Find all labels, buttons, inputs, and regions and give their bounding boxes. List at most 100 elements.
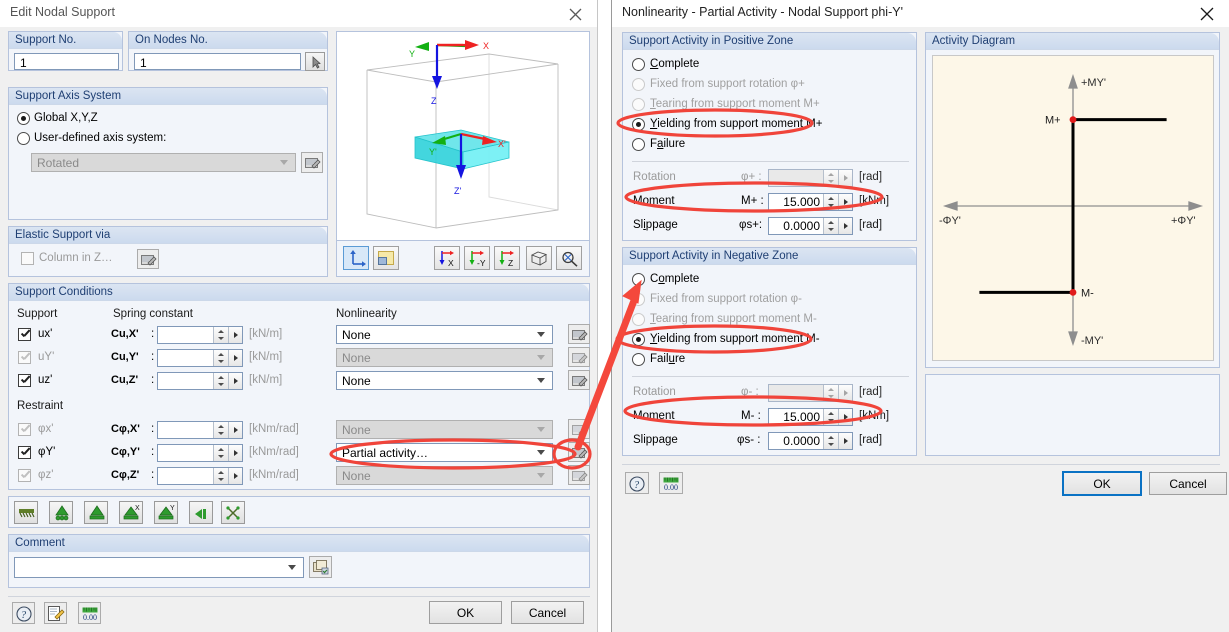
- support-3d-viewport[interactable]: Y X Z Y' X' Z': [336, 31, 590, 241]
- flyout-moment-positive[interactable]: [838, 194, 852, 210]
- nonlinearity-edit-uy[interactable]: [568, 347, 590, 367]
- sliding-support-x-icon[interactable]: X: [119, 501, 143, 524]
- flyout-rotation-positive[interactable]: [838, 170, 852, 186]
- notes-icon[interactable]: [44, 602, 67, 624]
- nonlinearity-combo-ux[interactable]: None: [336, 325, 553, 344]
- flyout-ux[interactable]: [228, 327, 242, 343]
- spinner-slippage-positive[interactable]: [823, 218, 838, 234]
- view-in-x-icon[interactable]: X: [434, 246, 460, 270]
- failure-positive-radio[interactable]: [632, 138, 645, 151]
- spinner-phiy[interactable]: [213, 445, 228, 461]
- spinner-phiz[interactable]: [213, 468, 228, 484]
- help-icon[interactable]: ?: [12, 602, 35, 624]
- show-planes-icon[interactable]: [373, 246, 399, 270]
- units-icon[interactable]: 0.00: [78, 602, 101, 624]
- right-cancel-button[interactable]: Cancel: [1149, 472, 1227, 495]
- nonlinearity-combo-uz[interactable]: None: [336, 371, 553, 390]
- support-checkbox-ux[interactable]: [18, 328, 31, 341]
- nonlinearity-combo-phix[interactable]: None: [336, 420, 553, 439]
- support-checkbox-phiy[interactable]: [18, 446, 31, 459]
- elastic-support-edit-icon[interactable]: [137, 249, 159, 269]
- free-support-icon[interactable]: [189, 501, 213, 524]
- spinner-rotation-positive[interactable]: [823, 170, 838, 186]
- spring-input-ux[interactable]: [157, 326, 243, 344]
- close-icon[interactable]: [553, 0, 597, 27]
- nonlinearity-edit-phiz[interactable]: [568, 465, 590, 485]
- sliding-support-icon[interactable]: [84, 501, 108, 524]
- nonlinearity-edit-ux[interactable]: [568, 324, 590, 344]
- flyout-rotation-negative[interactable]: [838, 385, 852, 401]
- spring-input-uy[interactable]: [157, 349, 243, 367]
- user-axis-radio[interactable]: [17, 132, 30, 145]
- help-icon[interactable]: ?: [625, 472, 649, 494]
- flyout-phiy[interactable]: [228, 445, 242, 461]
- fixed-support-icon[interactable]: [14, 501, 38, 524]
- failure-negative-radio[interactable]: [632, 353, 645, 366]
- rotation-positive-input[interactable]: [768, 169, 853, 187]
- spinner-uy[interactable]: [213, 350, 228, 366]
- yielding-positive-radio[interactable]: [632, 118, 645, 131]
- spring-input-phix[interactable]: [157, 421, 243, 439]
- spring-input-phiy[interactable]: [157, 444, 243, 462]
- zoom-tool-icon[interactable]: [556, 246, 582, 270]
- tearing-positive-radio[interactable]: [632, 98, 645, 111]
- units-icon[interactable]: 0.00: [659, 472, 683, 494]
- nonlinearity-combo-uy[interactable]: None: [336, 348, 553, 367]
- support-no-input[interactable]: 1: [14, 53, 119, 70]
- left-ok-button[interactable]: OK: [429, 601, 502, 624]
- spinner-ux[interactable]: [213, 327, 228, 343]
- support-checkbox-phix[interactable]: [18, 423, 31, 436]
- close-icon[interactable]: [1185, 0, 1229, 27]
- comment-library-icon[interactable]: [309, 556, 332, 578]
- flyout-phiz[interactable]: [228, 468, 242, 484]
- spinner-slippage-negative[interactable]: [823, 433, 838, 449]
- spinner-moment-negative[interactable]: [823, 409, 838, 425]
- on-nodes-no-input[interactable]: 1: [134, 53, 301, 70]
- complete-negative-radio[interactable]: [632, 273, 645, 286]
- rotated-combo[interactable]: Rotated: [31, 153, 296, 172]
- flyout-moment-negative[interactable]: [838, 409, 852, 425]
- rotation-negative-input[interactable]: [768, 384, 853, 402]
- comment-input[interactable]: [14, 557, 304, 578]
- right-ok-button[interactable]: OK: [1062, 471, 1142, 496]
- tearing-negative-radio[interactable]: [632, 313, 645, 326]
- nonlinearity-phiy-edit-button[interactable]: [568, 442, 590, 462]
- global-axis-radio[interactable]: [17, 112, 30, 125]
- spring-input-uz[interactable]: [157, 372, 243, 390]
- nonlinearity-combo-phiz[interactable]: None: [336, 466, 553, 485]
- spinner-moment-positive[interactable]: [823, 194, 838, 210]
- complete-positive-radio[interactable]: [632, 58, 645, 71]
- fixed-positive-radio[interactable]: [632, 78, 645, 91]
- spinner-uz[interactable]: [213, 373, 228, 389]
- column-in-z-checkbox[interactable]: [21, 252, 34, 265]
- clear-support-icon[interactable]: [221, 501, 245, 524]
- nonlinearity-phiy-combo[interactable]: Partial activity…: [336, 443, 553, 462]
- flyout-uy[interactable]: [228, 350, 242, 366]
- yielding-negative-radio[interactable]: [632, 333, 645, 346]
- support-checkbox-phiz[interactable]: [18, 469, 31, 482]
- view-in-z-icon[interactable]: Z: [494, 246, 520, 270]
- flyout-uz[interactable]: [228, 373, 242, 389]
- flyout-phix[interactable]: [228, 422, 242, 438]
- spinner-phix[interactable]: [213, 422, 228, 438]
- axis-edit-icon[interactable]: [301, 152, 323, 173]
- show-axes-icon[interactable]: [343, 246, 369, 270]
- pick-node-icon[interactable]: [305, 52, 325, 71]
- hinged-support-icon[interactable]: [49, 501, 73, 524]
- slippage-negative-input[interactable]: 0.0000: [768, 432, 853, 450]
- spring-input-phiz[interactable]: [157, 467, 243, 485]
- flyout-slippage-positive[interactable]: [838, 218, 852, 234]
- slippage-positive-input[interactable]: 0.0000: [768, 217, 853, 235]
- sliding-support-y-icon[interactable]: Y: [154, 501, 178, 524]
- moment-positive-field[interactable]: 15.000: [768, 193, 853, 211]
- nonlinearity-edit-phix[interactable]: [568, 419, 590, 439]
- spinner-rotation-negative[interactable]: [823, 385, 838, 401]
- isometric-view-icon[interactable]: [526, 246, 552, 270]
- view-in-y-icon[interactable]: -Y: [464, 246, 490, 270]
- support-checkbox-uz[interactable]: [18, 374, 31, 387]
- nonlinearity-edit-uz[interactable]: [568, 370, 590, 390]
- support-checkbox-uy[interactable]: [18, 351, 31, 364]
- fixed-negative-radio[interactable]: [632, 293, 645, 306]
- flyout-slippage-negative[interactable]: [838, 433, 852, 449]
- left-cancel-button[interactable]: Cancel: [511, 601, 584, 624]
